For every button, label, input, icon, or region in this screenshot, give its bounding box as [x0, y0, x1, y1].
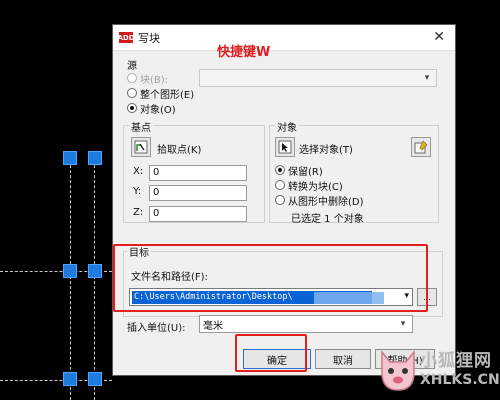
coord-x-label: X:	[133, 166, 144, 177]
quick-select-icon	[414, 140, 428, 154]
chevron-down-icon: ▾	[424, 73, 430, 83]
grip-handle[interactable]	[63, 372, 77, 386]
autocad-app-icon: ADD	[117, 32, 135, 43]
coord-z-input[interactable]: 0	[149, 206, 247, 222]
coord-x-input[interactable]: 0	[149, 165, 247, 181]
chevron-down-icon: ▾	[400, 319, 406, 329]
site-watermark: 小狐狸网 XHLKS.CN	[376, 344, 500, 396]
radio-entire-drawing-label: 整个图形(E)	[140, 90, 195, 101]
pick-point-button[interactable]	[131, 137, 151, 157]
shortcut-annotation: 快捷键W	[217, 45, 271, 60]
coord-y-input[interactable]: 0	[149, 185, 247, 201]
grip-handle[interactable]	[88, 151, 102, 165]
radio-delete-from-drawing-label: 从图形中删除(D)	[288, 197, 364, 208]
title-bar[interactable]: ADD 写块	[113, 25, 455, 51]
guide-line-vertical	[70, 160, 71, 400]
radio-objects[interactable]	[127, 103, 137, 113]
guide-line-vertical	[94, 160, 95, 400]
radio-retain[interactable]	[275, 165, 285, 175]
ok-highlight-box	[235, 334, 307, 372]
grip-handle[interactable]	[63, 151, 77, 165]
selected-count: 已选定 1 个对象	[291, 214, 364, 225]
insert-units-select[interactable]: 毫米 ▾	[199, 315, 413, 333]
radio-convert-to-block[interactable]	[275, 180, 285, 190]
cancel-button[interactable]: 取消	[315, 349, 371, 369]
write-block-dialog: ADD 写块 ✕ 快捷键W 源 块(B): ▾ 整个图形(E) 对象(O) 基点…	[112, 24, 456, 376]
select-objects-button[interactable]	[275, 137, 295, 157]
select-objects-icon	[278, 140, 292, 154]
radio-entire-drawing[interactable]	[127, 88, 137, 98]
watermark-domain: XHLKS.CN	[420, 372, 500, 388]
base-point-heading: 基点	[129, 119, 153, 134]
radio-block[interactable]	[127, 73, 137, 83]
quick-select-button[interactable]	[411, 137, 431, 157]
radio-objects-label: 对象(O)	[140, 105, 176, 116]
close-icon[interactable]: ✕	[433, 29, 445, 45]
grip-handle[interactable]	[88, 372, 102, 386]
coord-z-label: Z:	[133, 207, 144, 218]
radio-retain-label: 保留(R)	[288, 167, 323, 178]
fox-logo-icon	[381, 349, 415, 391]
target-highlight-box	[113, 244, 428, 312]
watermark-name: 小狐狸网	[420, 351, 492, 371]
grip-handle[interactable]	[63, 264, 77, 278]
insert-units-label: 插入单位(U):	[127, 323, 186, 334]
grip-handle[interactable]	[88, 264, 102, 278]
block-name-select[interactable]: ▾	[199, 69, 437, 87]
coord-y-label: Y:	[133, 186, 142, 197]
radio-convert-to-block-label: 转换为块(C)	[288, 182, 343, 193]
insert-units-value: 毫米	[203, 320, 223, 332]
radio-block-label: 块(B):	[140, 75, 169, 86]
pick-point-icon	[134, 140, 148, 154]
source-heading: 源	[127, 61, 137, 72]
radio-delete-from-drawing[interactable]	[275, 195, 285, 205]
pick-point-label: 拾取点(K)	[157, 145, 202, 156]
select-objects-label: 选择对象(T)	[299, 145, 353, 156]
objects-heading: 对象	[275, 119, 299, 134]
dialog-title: 写块	[138, 31, 160, 45]
